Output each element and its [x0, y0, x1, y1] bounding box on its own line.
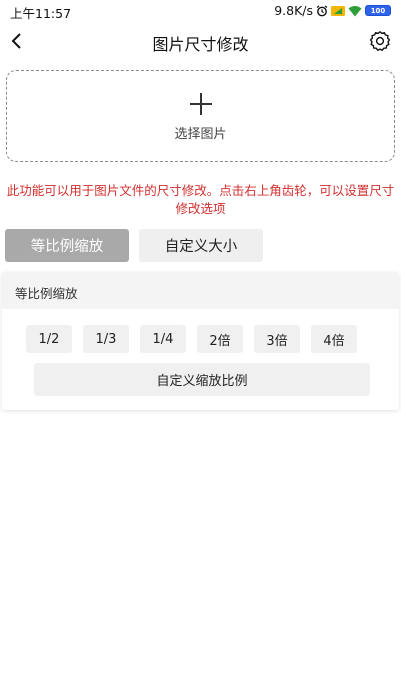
network-speed: 9.8K/s [274, 3, 313, 18]
status-indicators: 9.8K/s 100 [274, 3, 391, 18]
panel-header: 等比例缩放 [2, 272, 399, 309]
status-bar: 上午11:57 9.8K/s 100 [0, 0, 401, 22]
select-image-label: 选择图片 [174, 127, 227, 142]
alarm-icon [316, 5, 328, 16]
signal-icon [331, 5, 345, 16]
tab-custom-size[interactable]: 自定义大小 [139, 229, 263, 262]
ratio-row: 1/2 1/3 1/4 2倍 3倍 4倍 [2, 325, 399, 355]
notice-text: 此功能可以用于图片文件的尺寸修改。点击右上角齿轮，可以设置尺寸修改选项 [6, 183, 395, 216]
ratio-button-4x[interactable]: 4倍 [311, 325, 357, 353]
gear-icon [369, 31, 391, 51]
scale-panel: 等比例缩放 1/2 1/3 1/4 2倍 3倍 4倍 自定义缩放比例 [2, 272, 399, 410]
panel-title: 等比例缩放 [15, 286, 78, 301]
ratio-button-half[interactable]: 1/2 [26, 325, 72, 353]
wifi-icon [348, 5, 362, 16]
ratio-button-quarter[interactable]: 1/4 [140, 325, 186, 353]
status-time: 上午11:57 [10, 6, 72, 21]
battery-icon: 100 [365, 5, 391, 16]
ratio-button-third[interactable]: 1/3 [83, 325, 129, 353]
nav-bar: 图片尺寸修改 [0, 22, 401, 60]
select-image-area[interactable]: 选择图片 [6, 70, 395, 162]
tab-proportional-scale[interactable]: 等比例缩放 [5, 229, 129, 262]
ratio-button-2x[interactable]: 2倍 [197, 325, 243, 353]
ratio-button-3x[interactable]: 3倍 [254, 325, 300, 353]
plus-icon [190, 93, 212, 115]
custom-ratio-button[interactable]: 自定义缩放比例 [34, 363, 370, 396]
page-title: 图片尺寸修改 [152, 35, 249, 54]
settings-button[interactable] [365, 26, 395, 56]
